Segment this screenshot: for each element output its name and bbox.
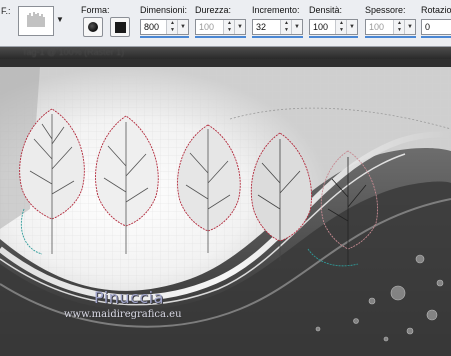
rotazione-control: Rotazio 0 (421, 5, 451, 38)
forma-label: Forma: (81, 5, 110, 15)
canvas-top-strip (0, 59, 451, 67)
densita-control: Densità: 100 ▲ ▼ ▼ (309, 5, 358, 38)
incremento-dropdown-icon[interactable]: ▼ (291, 20, 302, 34)
watermark-name: Pinuccia (94, 288, 164, 307)
densita-label: Densità: (309, 5, 343, 15)
tool-label: F.: (1, 6, 11, 16)
incremento-value: 32 (256, 22, 267, 32)
spessore-label: Spessore: (365, 5, 406, 15)
rotazione-slider[interactable] (421, 36, 451, 38)
spessore-slider[interactable] (365, 36, 416, 38)
square-shape-button[interactable] (110, 17, 130, 37)
rotazione-input[interactable]: 0 (421, 19, 451, 35)
dimensioni-dropdown-icon[interactable]: ▼ (177, 20, 188, 34)
dimensioni-value: 800 (144, 22, 160, 32)
document-title-bar[interactable]: Tag-1 @ 100% (Raster 1) (0, 47, 451, 59)
incremento-label: Incremento: (252, 5, 300, 15)
watermark-site: www.maidiregrafica.eu (64, 309, 182, 320)
incremento-control: Incremento: 32 ▲ ▼ ▼ (252, 5, 303, 38)
dimensioni-label: Dimensioni: (140, 5, 188, 15)
durezza-label: Durezza: (195, 5, 232, 15)
incremento-input[interactable]: 32 ▲ ▼ ▼ (252, 19, 303, 35)
dimensioni-input[interactable]: 800 ▲ ▼ ▼ (140, 19, 189, 35)
dimensioni-control: Dimensioni: 800 ▲ ▼ ▼ (140, 5, 189, 38)
densita-dropdown-icon[interactable]: ▼ (346, 20, 357, 34)
rotazione-value: 0 (425, 22, 431, 32)
round-shape-button[interactable] (83, 17, 103, 37)
tool-options-bar: F.: ▼ Forma: Dimensioni: 800 ▲ ▼ ▼ Durezz… (0, 0, 451, 47)
durezza-control: Durezza: 100 ▲ ▼ ▼ (195, 5, 246, 38)
spessore-dropdown-icon[interactable]: ▼ (404, 20, 415, 34)
spessore-value: 100 (369, 22, 385, 32)
spessore-input[interactable]: 100 ▲ ▼ ▼ (365, 19, 416, 35)
durezza-dropdown-icon[interactable]: ▼ (234, 20, 245, 34)
durezza-slider[interactable] (195, 36, 246, 38)
document-title: Tag-1 @ 100% (Raster 1) (22, 47, 125, 57)
brush-preset-preview[interactable] (18, 6, 54, 36)
densita-value: 100 (313, 22, 329, 32)
durezza-input[interactable]: 100 ▲ ▼ ▼ (195, 19, 246, 35)
densita-input[interactable]: 100 ▲ ▼ ▼ (309, 19, 358, 35)
image-canvas[interactable]: Pinuccia www.maidiregrafica.eu (0, 59, 451, 356)
incremento-slider[interactable] (252, 36, 303, 38)
durezza-value: 100 (199, 22, 215, 32)
brush-tip-icon (27, 12, 45, 27)
preset-dropdown-icon[interactable]: ▼ (56, 15, 64, 24)
dimensioni-slider[interactable] (140, 36, 189, 38)
rotazione-label: Rotazio (421, 5, 451, 15)
spessore-control: Spessore: 100 ▲ ▼ ▼ (365, 5, 416, 38)
densita-slider[interactable] (309, 36, 358, 38)
